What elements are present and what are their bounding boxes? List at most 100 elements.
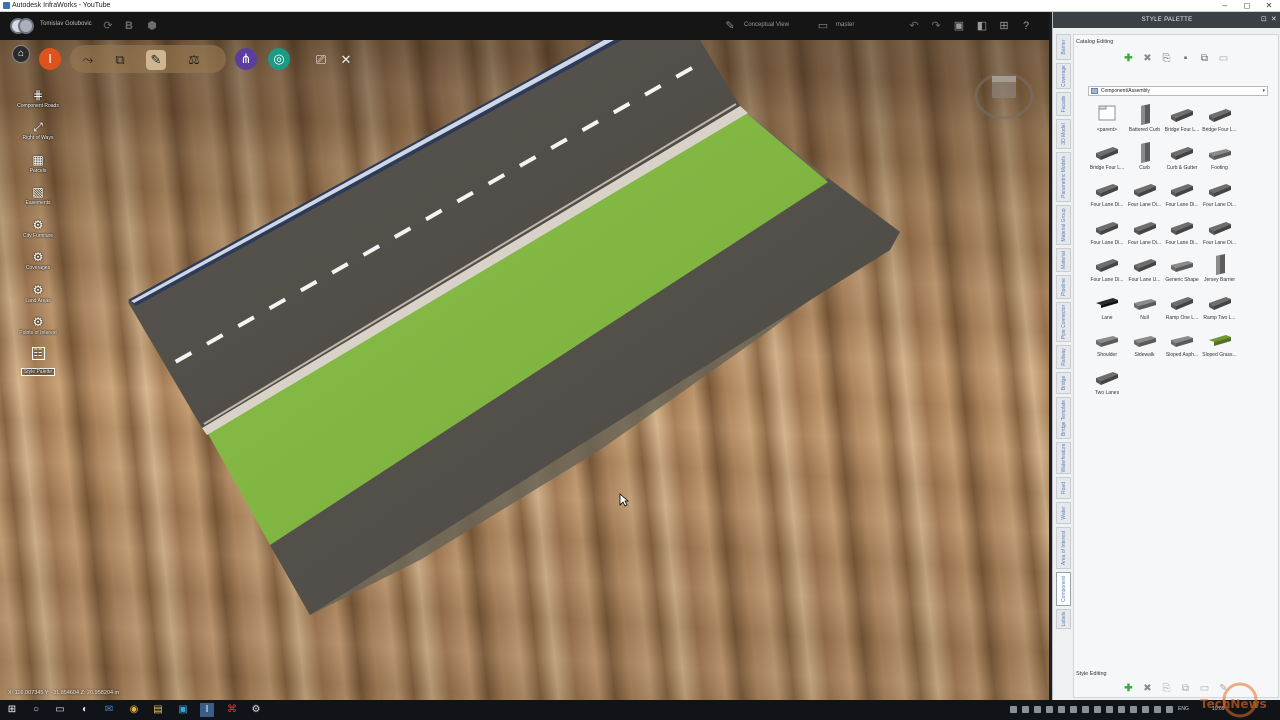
chrome-icon[interactable]: ◉ [127, 703, 141, 717]
tray-icon[interactable] [1010, 706, 1017, 713]
tray-icon[interactable] [1070, 706, 1077, 713]
nav-parcels[interactable]: ▦ Parcels [8, 153, 68, 183]
presentation-icon[interactable]: ⎚ [311, 50, 331, 70]
acrobat-icon[interactable]: ⌘ [225, 703, 239, 717]
style-item[interactable]: Curb [1126, 139, 1164, 175]
tab-waterfeature[interactable]: Waterfeature [1056, 442, 1071, 474]
style-item[interactable]: Four Lane Di... [1163, 176, 1201, 212]
tab-bridge[interactable]: Bridge [1056, 372, 1071, 394]
style-item[interactable]: Four Lane Di... [1201, 176, 1239, 212]
tab-facade[interactable]: Facade [1056, 92, 1071, 116]
close-button[interactable]: ✕ [1258, 0, 1280, 12]
undo-icon[interactable]: ↶ [907, 19, 921, 33]
layout-icon[interactable]: ◧ [975, 19, 989, 33]
style-item[interactable]: Four Lane Di... [1163, 214, 1201, 250]
tray-icon[interactable] [1022, 706, 1029, 713]
task-view-icon[interactable]: ▭ [53, 703, 67, 717]
tray-icon[interactable] [1106, 706, 1113, 713]
save-icon[interactable]: ▪ [1179, 52, 1192, 65]
pin-icon[interactable]: ⊡ [1261, 12, 1267, 28]
help-icon[interactable]: ? [1019, 19, 1033, 33]
infraworks-taskbar-icon[interactable]: I [200, 703, 214, 717]
app-taskbar-icon[interactable]: ◐ [78, 703, 92, 717]
style-item[interactable]: Four Lane U... [1126, 251, 1164, 287]
tray-icon[interactable] [1130, 706, 1137, 713]
style-item[interactable]: Four Lane Di... [1088, 176, 1126, 212]
start-icon[interactable]: ⊞ [5, 703, 19, 717]
tray-icon[interactable] [1154, 706, 1161, 713]
style-item[interactable]: Ramp One L... [1163, 289, 1201, 325]
style-item[interactable]: Ramp Two L... [1201, 289, 1239, 325]
style-item[interactable]: <parent> [1088, 101, 1126, 137]
style-item[interactable]: Null [1126, 289, 1164, 325]
style-item[interactable]: Battered Curb [1126, 101, 1164, 137]
style-item[interactable]: Four Lane Di... [1088, 214, 1126, 250]
nav-points-of-interest[interactable]: ⚙ Points of Interest [8, 315, 68, 345]
home-icon[interactable]: ⌂ [12, 45, 30, 63]
tray-icon[interactable] [1094, 706, 1101, 713]
nav-component-roads[interactable]: ⋕ Component Roads [8, 88, 68, 118]
bridge-tool-icon[interactable]: ⋔ [235, 48, 257, 70]
tab-coverage[interactable]: Coverage [1056, 63, 1071, 89]
view-selector[interactable]: Conceptual View [744, 22, 789, 28]
style-item[interactable]: Bridge Four L... [1088, 139, 1126, 175]
tab-material-group[interactable]: Material Group [1056, 205, 1071, 245]
tray-icon[interactable] [1118, 706, 1125, 713]
model-icon[interactable]: ⬢ [145, 19, 159, 33]
store-icon[interactable]: ▣ [176, 703, 190, 717]
settings-taskbar-icon[interactable]: ⚙ [249, 703, 263, 717]
style-item[interactable]: Footing [1201, 139, 1239, 175]
road-model-scene[interactable] [0, 12, 1049, 700]
import-icon[interactable]: ⎘ [1160, 52, 1173, 65]
style-item[interactable]: Sloped Grass... [1201, 326, 1239, 362]
user-name[interactable]: Tomislav Golubovic [40, 21, 92, 27]
drainage-tool-icon[interactable]: ◎ [268, 48, 290, 70]
style-item[interactable]: Two Lanes [1088, 364, 1126, 400]
nav-right-of-ways[interactable]: ⤢ Right of Ways [8, 120, 68, 150]
tab-parametric-models[interactable]: Parametric Models [1056, 152, 1071, 202]
visual-style-icon[interactable]: ✎ [723, 19, 737, 33]
tab-area-of-interest[interactable]: Area of Interest [1056, 527, 1071, 569]
style-item[interactable]: Jersey Barrier [1201, 251, 1239, 287]
file-explorer-icon[interactable]: ▤ [151, 703, 165, 717]
view-cube[interactable] [972, 68, 1036, 122]
style-item[interactable]: Shoulder [1088, 326, 1126, 362]
analyze-tool-icon[interactable]: ⚖ [184, 50, 204, 70]
nav-coverages[interactable]: ⚙ Coverages [8, 250, 68, 280]
style-item[interactable]: Bridge Four L... [1163, 101, 1201, 137]
style-item[interactable]: Curb & Gutter [1163, 139, 1201, 175]
language-indicator[interactable]: ENG [1178, 706, 1189, 712]
panel-close-icon[interactable]: ✕ [1271, 12, 1277, 28]
tab-component[interactable]: Component [1056, 572, 1071, 606]
design-mode-icon[interactable]: I [39, 48, 61, 70]
tab-bridge-template[interactable]: Bridge Template [1056, 397, 1071, 439]
style-item[interactable]: Four Lane Di... [1201, 214, 1239, 250]
copy-icon[interactable]: ⧉ [1198, 52, 1211, 65]
style-item[interactable]: Lane [1088, 289, 1126, 325]
fullscreen-icon[interactable]: ⊞ [997, 19, 1011, 33]
redo-icon[interactable]: ↷ [929, 19, 943, 33]
tab-pipe-connector[interactable]: Pipe Connector [1056, 302, 1071, 342]
style-duplicate-icon[interactable]: ⎘ [1160, 682, 1173, 695]
tray-icon[interactable] [1034, 706, 1041, 713]
style-item[interactable]: Four Lane Di... [1126, 176, 1164, 212]
tab-pipeline[interactable]: Pipeline [1056, 275, 1071, 299]
style-item[interactable]: Four Lane Di... [1088, 251, 1126, 287]
nav-city-furniture[interactable]: ⚙ City Furniture [8, 218, 68, 248]
style-copy-icon[interactable]: ⧉ [1179, 682, 1192, 695]
sync-icon[interactable]: ⟳ [101, 19, 115, 33]
search-icon[interactable]: ○ [29, 703, 43, 717]
copy-tool-icon[interactable]: ⧉ [110, 50, 130, 70]
3d-viewport[interactable] [0, 12, 1049, 700]
tab-material[interactable]: Material [1056, 248, 1071, 272]
nav-style-palette[interactable]: ☷ Style Palette [8, 347, 68, 377]
nav-easements[interactable]: ▧ Easements [8, 185, 68, 215]
add-icon[interactable]: ✚ [1122, 52, 1135, 65]
tray-icon[interactable] [1166, 706, 1173, 713]
delete-icon[interactable]: ✖ [1141, 52, 1154, 65]
rename-icon[interactable]: ▭ [1217, 52, 1230, 65]
tab-railway[interactable]: Railway [1056, 345, 1071, 369]
outlook-icon[interactable]: ✉ [102, 703, 116, 717]
catalog-dropdown[interactable]: Component/Assembly ▾ [1088, 86, 1268, 96]
style-delete-icon[interactable]: ✖ [1141, 682, 1154, 695]
